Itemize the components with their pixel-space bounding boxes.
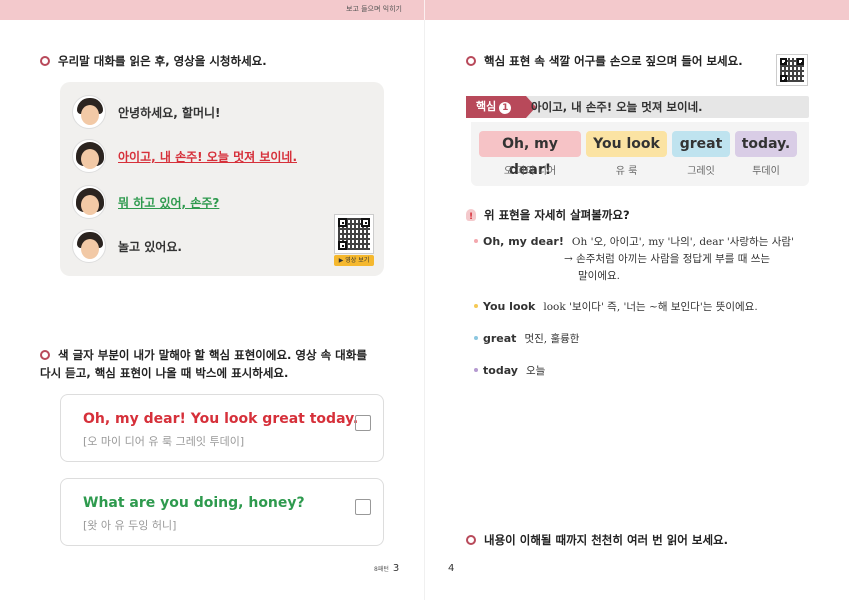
chunk-oh-my-dear[interactable]: Oh, my dear! [479, 131, 581, 178]
pronunciation-text: [왓 아 유 두잉 허니] [83, 519, 177, 532]
chunk-you-look[interactable]: You look [586, 131, 667, 157]
explanation-item: You look look '보이다' 즉, '너는 ~해 보인다'는 뜻이에요. [474, 298, 758, 316]
dialogue-text-highlight-red: 아이고, 내 손주! 오늘 멋져 보이네. [118, 149, 297, 164]
dialogue-line: 뭐 하고 있어, 손주? [72, 184, 219, 220]
header-title: 보고 들으며 익히기 [346, 5, 402, 13]
chunk-pronunciation: 투데이 [752, 166, 780, 177]
dialogue-line: 놀고 있어요. [72, 228, 182, 264]
dialogue-line: 안녕하세요, 할머니! [72, 94, 221, 130]
chunk-pronunciation: 오 마이 디어 [503, 166, 557, 177]
bullet-icon [40, 55, 50, 66]
header-bar: 보고 들으며 익히기 [0, 0, 849, 20]
dot-icon [474, 336, 478, 340]
left-section1-title: 우리말 대화를 읽은 후, 영상을 시청하세요. [40, 52, 267, 70]
right-section2-title: 내용이 이해될 때까지 천천히 여러 번 읽어 보세요. [466, 531, 728, 549]
explanation-item: today 오늘 [474, 362, 545, 380]
dialogue-text-highlight-green: 뭐 하고 있어, 손주? [118, 195, 220, 210]
bullet-icon [40, 349, 50, 360]
grandma-avatar [72, 139, 106, 173]
chunk-great[interactable]: great [672, 131, 730, 157]
boy-avatar [72, 229, 106, 263]
key-number: 1 [499, 102, 512, 114]
lightbulb-icon [466, 208, 476, 226]
expression-card: What are you doing, honey? [왓 아 유 두잉 허니] [60, 478, 384, 546]
dialogue-line: 아이고, 내 손주! 오늘 멋져 보이네. [72, 138, 297, 174]
bullet-icon [466, 55, 476, 66]
dot-icon [474, 368, 478, 372]
explanation-item: Oh, my dear! Oh '오, 아이고', my '나의', dear '… [474, 233, 794, 251]
bullet-icon [466, 534, 476, 545]
left-section2-title: 색 글자 부분이 내가 말해야 할 핵심 표현이에요. 영상 속 대화를 다시 … [40, 348, 367, 380]
explanation-extra: 말이에요. [578, 270, 620, 282]
chunk-today[interactable]: today. [735, 131, 797, 157]
dot-icon [474, 239, 478, 243]
right-page-number: 4 [448, 563, 455, 574]
page-label: 8패턴 [374, 566, 389, 573]
key-sentence: 아이고, 내 손주! 오늘 멋져 보이네. [531, 100, 703, 114]
expression-text: What are you doing, honey? [83, 495, 305, 511]
chunk-pronunciation: 그레잇 [687, 166, 715, 177]
dialogue-text: 놀고 있어요. [118, 239, 182, 254]
qr-code-icon[interactable] [776, 54, 808, 86]
key-expression-tag: 핵심 1 [466, 96, 536, 118]
left-page-number: 8패턴 3 [374, 563, 400, 574]
chunk-pronunciation: 유 룩 [615, 166, 638, 177]
boy-avatar [72, 95, 106, 129]
pronunciation-text: [오 마이 디어 유 룩 그레잇 투데이] [83, 435, 245, 448]
expression-text: Oh, my dear! You look great today. [83, 411, 359, 427]
watch-video-button[interactable]: ▶ 영상 보기 [334, 255, 374, 266]
page-divider [424, 0, 425, 20]
explain-title: 위 표현을 자세히 살펴볼까요? [466, 206, 630, 226]
qr-code-icon[interactable] [334, 214, 374, 254]
grandma-avatar [72, 185, 106, 219]
expression-card: Oh, my dear! You look great today. [오 마이… [60, 394, 384, 462]
dot-icon [474, 304, 478, 308]
right-section1-title: 핵심 표현 속 색깔 어구를 손으로 짚으며 들어 보세요. [466, 52, 743, 70]
book-spine [424, 20, 425, 600]
check-box[interactable] [355, 415, 371, 431]
check-box[interactable] [355, 499, 371, 515]
explanation-item: great 멋진, 훌륭한 [474, 330, 579, 348]
dialogue-text: 안녕하세요, 할머니! [118, 105, 221, 120]
explanation-extra: → 손주처럼 아끼는 사람을 정답게 부를 때 쓰는 [564, 253, 771, 265]
